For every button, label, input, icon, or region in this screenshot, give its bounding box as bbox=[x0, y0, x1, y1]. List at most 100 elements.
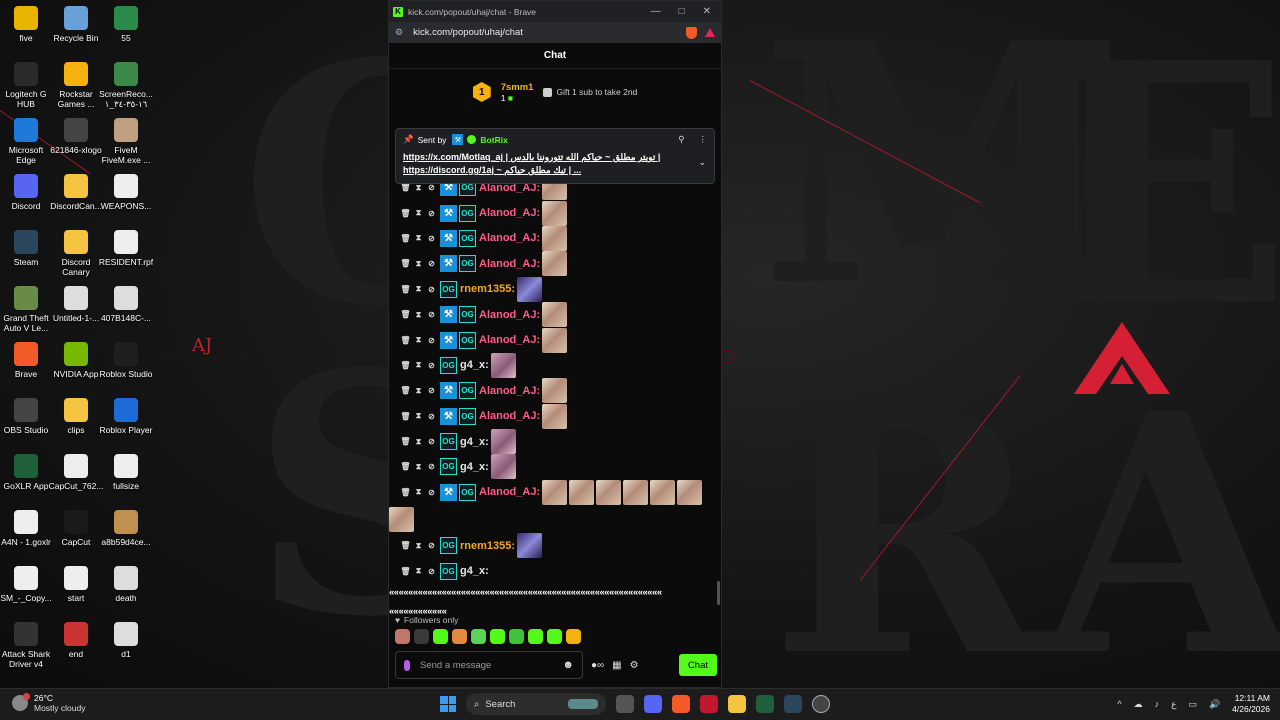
desktop-icon[interactable]: CapCut bbox=[48, 510, 104, 547]
desktop-icon[interactable]: clips bbox=[48, 398, 104, 435]
desktop-icon[interactable]: five bbox=[0, 6, 54, 43]
emote-button[interactable] bbox=[395, 629, 410, 644]
timeout-icon[interactable]: ⧗ bbox=[412, 487, 425, 497]
timeout-icon[interactable]: ⧗ bbox=[412, 233, 425, 243]
chat-username[interactable]: rnem1355: bbox=[460, 540, 515, 552]
ban-icon[interactable]: ⊘ bbox=[425, 386, 438, 395]
delete-message-icon[interactable]: 🗑 bbox=[399, 310, 412, 319]
language-indicator[interactable]: ع bbox=[1171, 699, 1176, 710]
chat-message[interactable]: 🗑 ⧗ ⊘ ⚒ OG Alanod_AJ: bbox=[399, 200, 715, 226]
delete-message-icon[interactable]: 🗑 bbox=[399, 541, 412, 550]
chat-emote[interactable] bbox=[542, 200, 568, 226]
desktop-icon[interactable]: fullsize bbox=[98, 454, 154, 491]
chat-username[interactable]: g4_x: bbox=[460, 461, 489, 473]
timeout-icon[interactable]: ⧗ bbox=[412, 360, 425, 370]
task-view-icon[interactable] bbox=[616, 695, 634, 713]
chat-message[interactable]: 🗑 ⧗ ⊘ OG g4_x: bbox=[399, 429, 715, 455]
network-icon[interactable]: ▭ bbox=[1188, 699, 1197, 710]
file-explorer-icon[interactable] bbox=[728, 695, 746, 713]
chat-message[interactable]: 🗑 ⧗ ⊘ ⚒ OG Alanod_AJ: bbox=[399, 403, 715, 429]
desktop-icon[interactable]: Roblox Player bbox=[98, 398, 154, 435]
delete-message-icon[interactable]: 🗑 bbox=[399, 336, 412, 345]
timeout-icon[interactable]: ⧗ bbox=[412, 335, 425, 345]
chat-message[interactable]: 🗑 ⧗ ⊘ ⚒ OG Alanod_AJ: bbox=[399, 302, 715, 328]
top-gifter-name[interactable]: 7smm1 bbox=[501, 82, 534, 93]
timeout-icon[interactable]: ⧗ bbox=[412, 437, 425, 447]
mic-icon[interactable] bbox=[404, 659, 410, 671]
more-options-icon[interactable]: ⋮ bbox=[699, 134, 708, 145]
maximize-icon[interactable]: □ bbox=[679, 6, 685, 17]
pinned-line-2[interactable]: https://discord.gg/1aj ~ تيك مطلق حياكم … bbox=[403, 164, 689, 177]
chat-username[interactable]: Alanod_AJ: bbox=[479, 486, 540, 498]
delete-message-icon[interactable]: 🗑 bbox=[399, 259, 412, 268]
minimize-icon[interactable]: — bbox=[651, 6, 661, 17]
emote-button[interactable] bbox=[566, 629, 581, 644]
chat-emote[interactable] bbox=[490, 429, 516, 455]
desktop-icon[interactable]: d1 bbox=[98, 622, 154, 659]
chat-emote[interactable] bbox=[542, 302, 568, 328]
desktop-icon[interactable]: CapCut_762... bbox=[48, 454, 104, 491]
desktop-icon[interactable]: 55 bbox=[98, 6, 154, 43]
ban-icon[interactable]: ⊘ bbox=[425, 541, 438, 550]
pinned-message[interactable]: 📌 Sent by ⚒ BotRix ⚲ ⋮ https://x.com/Mot… bbox=[395, 128, 715, 184]
taskbar-search[interactable]: ⌕ Search bbox=[466, 693, 606, 715]
timeout-icon[interactable]: ⧗ bbox=[412, 411, 425, 421]
emote-button[interactable] bbox=[452, 629, 467, 644]
desktop-icon[interactable]: Microsoft Edge bbox=[0, 118, 54, 165]
timeout-icon[interactable]: ⧗ bbox=[412, 284, 425, 294]
chat-message[interactable]: 🗑 ⧗ ⊘ OG g4_x: bbox=[399, 558, 715, 583]
chevron-down-icon[interactable]: ⌄ bbox=[698, 157, 706, 168]
ban-icon[interactable]: ⊘ bbox=[425, 310, 438, 319]
delete-message-icon[interactable]: 🗑 bbox=[399, 488, 412, 497]
desktop-icon[interactable]: Attack Shark Driver v4 bbox=[0, 622, 54, 669]
close-icon[interactable]: ✕ bbox=[703, 6, 711, 17]
desktop-icon[interactable]: DiscordCan... bbox=[48, 174, 104, 211]
chat-emote[interactable] bbox=[542, 327, 568, 353]
chat-username[interactable]: Alanod_AJ: bbox=[479, 309, 540, 321]
delete-message-icon[interactable]: 🗑 bbox=[399, 437, 412, 446]
emote-button[interactable] bbox=[414, 629, 429, 644]
ban-icon[interactable]: ⊘ bbox=[425, 437, 438, 446]
chat-message[interactable]: 🗑 ⧗ ⊘ OG rnem1355: bbox=[399, 276, 715, 302]
ban-icon[interactable]: ⊘ bbox=[425, 412, 438, 421]
chat-emote[interactable] bbox=[490, 352, 516, 378]
ban-icon[interactable]: ⊘ bbox=[425, 361, 438, 370]
emote-button[interactable] bbox=[471, 629, 486, 644]
desktop-icon[interactable]: OBS Studio bbox=[0, 398, 54, 435]
chat-message[interactable]: 🗑 ⧗ ⊘ ⚒ OG Alanod_AJ: bbox=[399, 479, 715, 505]
weather-widget[interactable]: 26°C Mostly cloudy bbox=[12, 693, 86, 713]
chat-emote[interactable] bbox=[542, 251, 568, 277]
ban-icon[interactable]: ⊘ bbox=[425, 285, 438, 294]
emoji-picker-icon[interactable]: ☻ bbox=[562, 659, 574, 671]
chat-emote[interactable] bbox=[650, 479, 676, 505]
ban-icon[interactable]: ⊘ bbox=[425, 567, 438, 576]
desktop-icon[interactable]: ScreenReco... ١٦-٣٥-٣٤_١ bbox=[98, 62, 154, 109]
unpin-icon[interactable]: ⚲ bbox=[678, 134, 684, 145]
chat-emote[interactable] bbox=[542, 225, 568, 251]
address-bar[interactable]: ⚙ kick.com/popout/uhaj/chat bbox=[389, 22, 721, 43]
chat-username[interactable]: Alanod_AJ: bbox=[479, 207, 540, 219]
delete-message-icon[interactable]: 🗑 bbox=[399, 209, 412, 218]
desktop-icon[interactable]: Recycle Bin bbox=[48, 6, 104, 43]
emote-button[interactable] bbox=[433, 629, 448, 644]
desktop-icon[interactable]: a8b59d4ce... bbox=[98, 510, 154, 547]
delete-message-icon[interactable]: 🗑 bbox=[399, 412, 412, 421]
goxlr-taskbar-icon[interactable] bbox=[756, 695, 774, 713]
chat-emote[interactable] bbox=[542, 403, 568, 429]
pinned-line-1[interactable]: https://x.com/Motlaq_aj | تويتر مطلق ~ ح… bbox=[403, 151, 689, 164]
desktop-icon[interactable]: Untitled-1-... bbox=[48, 286, 104, 323]
chat-message[interactable]: 🗑 ⧗ ⊘ ⚒ OG Alanod_AJ: bbox=[399, 327, 715, 353]
store-icon[interactable]: ▦ bbox=[612, 660, 621, 671]
chat-message[interactable]: 🗑 ⧗ ⊘ ⚒ OG Alanod_AJ: bbox=[399, 251, 715, 277]
desktop-icon[interactable]: GoXLR App bbox=[0, 454, 54, 491]
ban-icon[interactable]: ⊘ bbox=[425, 234, 438, 243]
start-button[interactable] bbox=[440, 696, 456, 712]
brave-shield-icon[interactable] bbox=[686, 26, 697, 39]
chat-username[interactable]: g4_x: bbox=[460, 359, 489, 371]
emote-button[interactable] bbox=[509, 629, 524, 644]
chat-emote[interactable] bbox=[677, 479, 703, 505]
microphone-icon[interactable]: ♪ bbox=[1155, 699, 1160, 709]
chat-message[interactable]: 🗑 ⧗ ⊘ ⚒ OG Alanod_AJ: bbox=[399, 378, 715, 404]
app-taskbar-icon[interactable] bbox=[700, 695, 718, 713]
timeout-icon[interactable]: ⧗ bbox=[412, 183, 425, 193]
